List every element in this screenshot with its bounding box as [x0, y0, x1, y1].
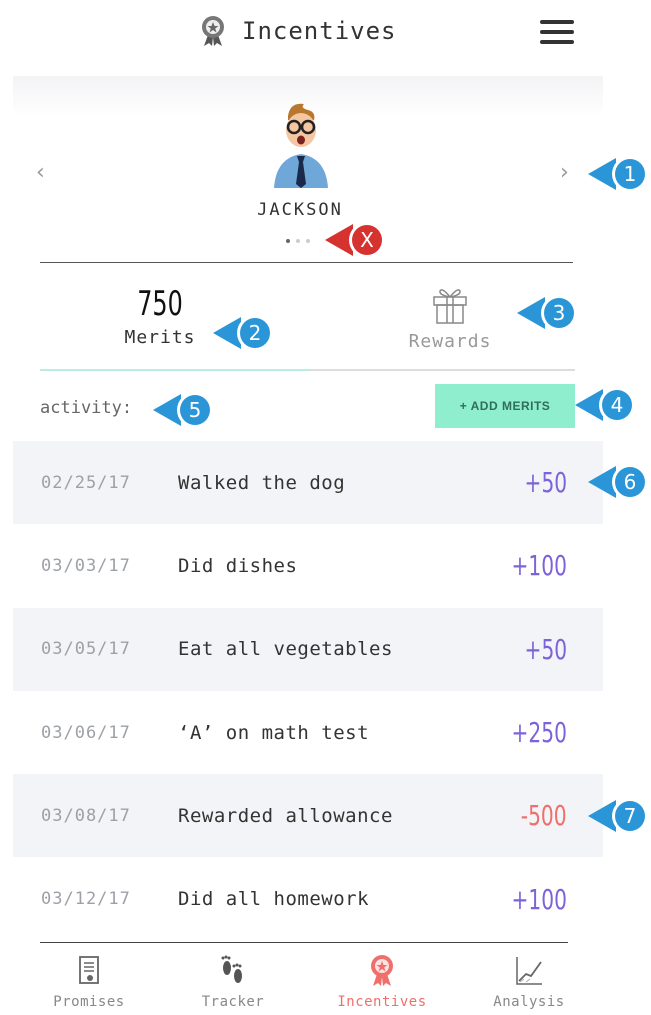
gift-icon — [433, 289, 467, 324]
callout-label: X — [360, 228, 374, 252]
activity-description: Did all homework — [178, 888, 370, 911]
callout-marker: 1 — [586, 154, 650, 194]
activity-date: 03/08/17 — [41, 805, 131, 826]
activity-row[interactable]: 03/06/17 ‘A’ on math test +250 — [13, 691, 603, 774]
callout-label: 3 — [552, 301, 566, 325]
callout-marker: 7 — [586, 796, 650, 836]
page-title-wrap: Incentives — [200, 14, 397, 48]
page-title: Incentives — [242, 17, 397, 45]
tab-merits-label: Merits — [124, 327, 196, 348]
nav-item-label: Analysis — [493, 994, 565, 1010]
activity-date: 02/25/17 — [41, 472, 131, 493]
nav-item-label: Promises — [53, 994, 125, 1010]
award-ribbon-icon — [371, 955, 393, 986]
line-chart-icon — [516, 957, 542, 985]
activity-amount: -500 — [521, 799, 567, 833]
add-merits-button[interactable]: + ADD MERITS — [435, 384, 575, 428]
tab-rewards-label: Rewards — [408, 331, 492, 352]
tab-rewards[interactable]: Rewards — [380, 285, 520, 352]
merits-count: 750 — [137, 284, 183, 324]
nav-item-analysis[interactable]: Analysis — [474, 950, 584, 1010]
tab-underline — [40, 369, 575, 371]
callout-marker: 4 — [573, 385, 637, 425]
callout-label: 5 — [188, 398, 202, 422]
page-dot[interactable] — [286, 239, 290, 243]
hamburger-menu-icon[interactable] — [540, 20, 574, 44]
activity-description: Rewarded allowance — [178, 804, 393, 827]
child-name: JACKSON — [257, 200, 343, 220]
callout-marker: 5 — [151, 390, 215, 430]
activity-amount: +50 — [524, 466, 567, 500]
activity-date: 03/03/17 — [41, 555, 131, 576]
callout-marker: X — [323, 220, 387, 260]
activity-amount: +100 — [511, 882, 567, 916]
activity-description: Walked the dog — [178, 471, 346, 494]
nav-item-label: Tracker — [201, 994, 265, 1010]
activity-description: Did dishes — [178, 554, 298, 577]
activity-list: 02/25/17 Walked the dog +50 03/03/17 Did… — [13, 441, 603, 941]
chevron-left-icon[interactable]: ‹ — [36, 160, 45, 185]
activity-date: 03/12/17 — [41, 889, 131, 910]
activity-amount: +50 — [524, 632, 567, 666]
callout-marker: 3 — [515, 293, 579, 333]
activity-amount: +100 — [511, 549, 567, 583]
active-tab-indicator — [40, 369, 310, 371]
activity-description: Eat all vegetables — [178, 638, 393, 661]
child-avatar[interactable] — [270, 100, 332, 190]
divider — [40, 262, 573, 263]
divider — [40, 942, 568, 943]
bottom-nav: Promises Tracker Incentives Analysis — [0, 950, 651, 1015]
callout-marker: 6 — [586, 462, 650, 502]
nav-item-label: Incentives — [337, 994, 427, 1010]
document-icon — [79, 956, 99, 984]
nav-item-promises[interactable]: Promises — [34, 950, 144, 1010]
callout-label: 6 — [623, 470, 637, 494]
footprints-icon — [221, 955, 242, 983]
app-header: Incentives — [0, 0, 651, 62]
page-dot[interactable] — [306, 239, 310, 243]
activity-row[interactable]: 03/05/17 Eat all vegetables +50 — [13, 607, 603, 691]
tab-merits[interactable]: 750 Merits — [90, 285, 230, 348]
activity-description: ‘A’ on math test — [178, 721, 370, 744]
activity-row[interactable]: 02/25/17 Walked the dog +50 — [13, 441, 603, 525]
callout-label: 1 — [623, 162, 637, 186]
award-ribbon-icon — [202, 16, 224, 46]
nav-item-tracker[interactable]: Tracker — [178, 950, 288, 1010]
activity-row[interactable]: 03/08/17 Rewarded allowance -500 — [13, 774, 603, 858]
chevron-right-icon[interactable]: › — [560, 160, 569, 185]
activity-row[interactable]: 03/03/17 Did dishes +100 — [13, 524, 603, 607]
activity-row[interactable]: 03/12/17 Did all homework +100 — [13, 857, 603, 940]
activity-label: activity: — [40, 398, 133, 418]
page-dot[interactable] — [296, 239, 300, 243]
callout-label: 4 — [610, 393, 624, 417]
callout-label: 7 — [623, 804, 637, 828]
activity-date: 03/06/17 — [41, 722, 131, 743]
activity-amount: +250 — [511, 716, 567, 750]
nav-item-incentives[interactable]: Incentives — [327, 950, 437, 1010]
callout-label: 2 — [248, 321, 262, 345]
page-indicator[interactable] — [286, 239, 310, 243]
activity-date: 03/05/17 — [41, 639, 131, 660]
callout-marker: 2 — [211, 313, 275, 353]
